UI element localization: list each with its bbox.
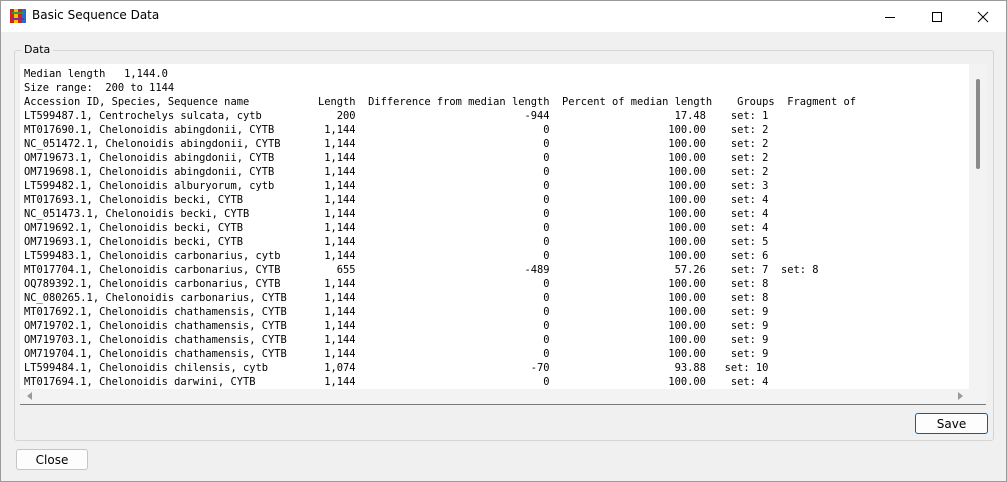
text-line: MT017692.1, Chelonoidis chathamensis, CY… bbox=[24, 306, 769, 318]
dialog-window: Basic Sequence Data Data Median length 1… bbox=[0, 0, 1007, 482]
text-line: Accession ID, Species, Sequence name Len… bbox=[24, 96, 857, 108]
groupbox-label: Data bbox=[21, 43, 54, 56]
maximize-button[interactable] bbox=[914, 1, 960, 32]
text-line: OM719704.1, Chelonoidis chathamensis, CY… bbox=[24, 348, 769, 360]
text-line: NC_051472.1, Chelonoidis abingdonii, CYT… bbox=[24, 138, 769, 150]
text-line: LT599483.1, Chelonoidis carbonarius, cyt… bbox=[24, 250, 769, 262]
text-line: MT017704.1, Chelonoidis carbonarius, CYT… bbox=[24, 264, 819, 276]
text-line: OM719698.1, Chelonoidis abingdonii, CYTB… bbox=[24, 166, 769, 178]
minimize-icon bbox=[885, 16, 895, 18]
text-line: OM719703.1, Chelonoidis chathamensis, CY… bbox=[24, 334, 769, 346]
text-line: LT599484.1, Chelonoidis chilensis, cytb … bbox=[24, 362, 769, 374]
text-line: LT599482.1, Chelonoidis alburyorum, cytb… bbox=[24, 180, 769, 192]
save-button[interactable]: Save bbox=[915, 413, 988, 434]
text-line: OQ789392.1, Chelonoidis carbonarius, CYT… bbox=[24, 278, 769, 290]
text-line: OM719702.1, Chelonoidis chathamensis, CY… bbox=[24, 320, 769, 332]
text-line: OM719692.1, Chelonoidis becki, CYTB 1,14… bbox=[24, 222, 769, 234]
text-line: OM719673.1, Chelonoidis abingdonii, CYTB… bbox=[24, 152, 769, 164]
app-logo-icon bbox=[10, 9, 26, 23]
text-line: MT017694.1, Chelonoidis darwini, CYTB 1,… bbox=[24, 376, 769, 388]
text-line: Median length 1,144.0 bbox=[24, 68, 168, 80]
vertical-scroll-thumb[interactable] bbox=[976, 79, 980, 169]
close-window-button[interactable] bbox=[960, 1, 1006, 32]
title-bar: Basic Sequence Data bbox=[1, 1, 1006, 32]
text-line: MT017693.1, Chelonoidis becki, CYTB 1,14… bbox=[24, 194, 769, 206]
close-icon bbox=[977, 11, 989, 22]
data-textbox[interactable]: Median length 1,144.0 Size range: 200 to … bbox=[20, 64, 986, 405]
horizontal-scrollbar[interactable] bbox=[20, 389, 986, 404]
window-title: Basic Sequence Data bbox=[32, 8, 160, 22]
scroll-right-icon[interactable] bbox=[958, 392, 963, 400]
scroll-left-icon[interactable] bbox=[27, 392, 32, 400]
text-line: Size range: 200 to 1144 bbox=[24, 82, 175, 94]
data-text: Median length 1,144.0 Size range: 200 to … bbox=[24, 67, 856, 389]
minimize-button[interactable] bbox=[867, 1, 913, 32]
text-line: LT599487.1, Centrochelys sulcata, cytb 2… bbox=[24, 110, 769, 122]
close-button[interactable]: Close bbox=[16, 449, 88, 470]
text-line: NC_080265.1, Chelonoidis carbonarius, CY… bbox=[24, 292, 769, 304]
text-line: MT017690.1, Chelonoidis abingdonii, CYTB… bbox=[24, 124, 769, 136]
maximize-icon bbox=[932, 11, 942, 22]
text-line: NC_051473.1, Chelonoidis becki, CYTB 1,1… bbox=[24, 208, 769, 220]
vertical-scrollbar[interactable] bbox=[969, 64, 986, 389]
text-line: OM719693.1, Chelonoidis becki, CYTB 1,14… bbox=[24, 236, 769, 248]
